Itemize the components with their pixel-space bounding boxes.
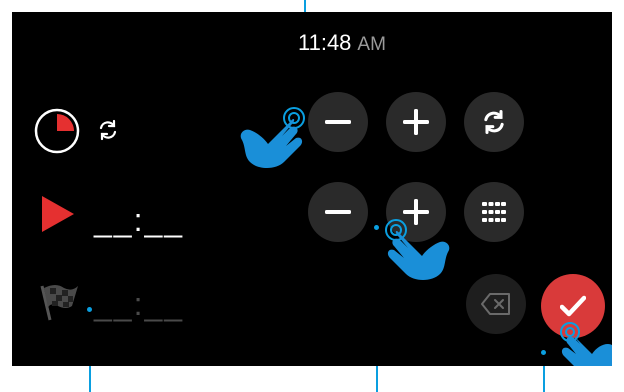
clock: 11:48 AM — [298, 30, 386, 56]
finish-time-field[interactable]: __:__ — [94, 286, 184, 323]
repeat-icon[interactable] — [96, 118, 120, 142]
start-time-field[interactable]: __:__ — [94, 202, 184, 239]
callout-dot-plus — [374, 225, 379, 230]
keypad-grid-icon — [482, 202, 506, 222]
minus-button-1[interactable] — [308, 92, 368, 152]
clock-time: 11:48 — [298, 30, 352, 55]
callout-dot-confirm — [541, 350, 546, 355]
timer-pie-icon — [34, 108, 80, 154]
plus-button-1[interactable] — [386, 92, 446, 152]
minus-icon — [325, 210, 351, 214]
backspace-button[interactable] — [466, 274, 526, 334]
repeat-icon — [484, 109, 504, 135]
checkmark-icon — [560, 295, 586, 317]
checkered-flag-icon — [36, 280, 80, 324]
keypad-button[interactable] — [464, 182, 524, 242]
callout-dot-finish — [87, 307, 92, 312]
minus-button-2[interactable] — [308, 182, 368, 242]
minus-icon — [325, 120, 351, 124]
device-screen: 11:48 AM __:__ __:__ — [12, 12, 612, 366]
backspace-icon — [481, 293, 510, 315]
plus-icon — [403, 109, 429, 135]
tap-hand-icon — [558, 318, 612, 366]
tap-hand-icon — [382, 214, 468, 290]
repeat-button[interactable] — [464, 92, 524, 152]
clock-ampm: AM — [357, 34, 386, 55]
play-triangle-icon — [40, 196, 76, 232]
tap-hand-icon — [224, 96, 310, 172]
